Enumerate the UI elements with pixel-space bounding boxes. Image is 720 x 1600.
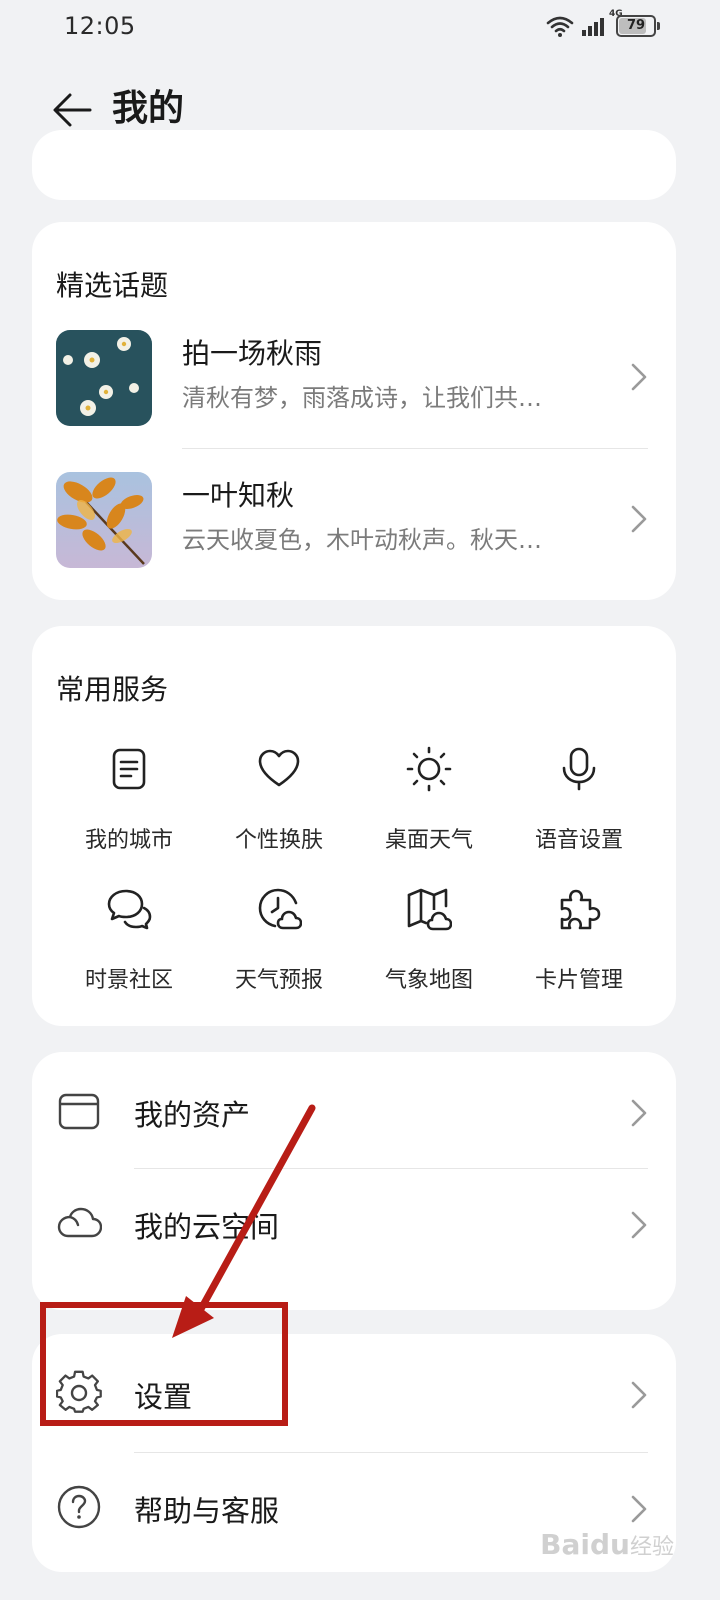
previous-card — [32, 130, 676, 200]
battery-label: 79 — [626, 18, 646, 33]
annotation-highlight-box — [40, 1302, 288, 1426]
chevron-right-icon — [631, 1211, 647, 1239]
assets-card: 我的资产 我的云空间 — [32, 1052, 676, 1310]
cloud-icon — [57, 1207, 102, 1238]
service-label: 桌面天气 — [384, 828, 473, 853]
row-label: 我的云空间 — [134, 1210, 280, 1244]
featured-topics-card: 精选话题 拍一场秋雨 清秋有梦，雨落成诗，让我们共… 一叶知秋 云天收夏色，木叶… — [32, 222, 676, 600]
service-skin[interactable]: 个性换肤 — [204, 746, 354, 866]
row-cloud-space[interactable]: 我的云空间 — [32, 1170, 676, 1280]
service-label: 气象地图 — [384, 968, 473, 993]
page-title: 我的 — [112, 88, 185, 129]
microphone-icon — [562, 747, 596, 791]
clock-cloud-icon — [258, 888, 302, 930]
row-divider — [134, 1452, 648, 1453]
baidu-watermark: Baidu经验 — [540, 1528, 674, 1561]
help-circle-icon — [57, 1485, 101, 1529]
service-label: 我的城市 — [84, 828, 173, 853]
service-label: 个性换肤 — [234, 828, 323, 853]
heart-icon — [258, 749, 300, 787]
document-icon — [112, 748, 146, 790]
service-forecast[interactable]: 天气预报 — [204, 886, 354, 1006]
topic-title: 一叶知秋 — [182, 479, 295, 512]
chat-bubbles-icon — [107, 889, 152, 930]
service-card-manage[interactable]: 卡片管理 — [504, 886, 654, 1006]
status-time: 12:05 — [64, 12, 136, 40]
battery-icon: 79 — [616, 15, 660, 37]
service-label: 卡片管理 — [534, 968, 623, 993]
topic-description: 清秋有梦，雨落成诗，让我们共… — [182, 384, 542, 412]
map-cloud-icon — [407, 888, 452, 931]
watermark-brand: Baidu — [540, 1528, 630, 1561]
service-label: 语音设置 — [534, 828, 623, 853]
service-my-city[interactable]: 我的城市 — [54, 746, 204, 866]
topic-title: 拍一场秋雨 — [182, 337, 323, 370]
status-icons: 4G 79 — [546, 9, 660, 38]
chevron-right-icon — [631, 505, 647, 533]
row-divider — [134, 1168, 648, 1169]
service-desktop-weather[interactable]: 桌面天气 — [354, 746, 504, 866]
chevron-right-icon — [631, 1099, 647, 1127]
watermark-sub: 经验 — [629, 1535, 674, 1560]
service-weather-map[interactable]: 气象地图 — [354, 886, 504, 1006]
chevron-right-icon — [631, 1495, 647, 1523]
service-label: 时景社区 — [84, 968, 173, 993]
archive-box-icon — [58, 1093, 100, 1130]
featured-topics-title: 精选话题 — [56, 269, 169, 302]
chevron-right-icon — [631, 1381, 647, 1409]
topic-thumbnail — [56, 472, 152, 568]
topic-item[interactable]: 一叶知秋 云天收夏色，木叶动秋声。秋天… — [32, 446, 676, 576]
arrow-left-icon[interactable] — [48, 86, 96, 134]
puzzle-icon — [560, 889, 601, 930]
wifi-icon — [546, 16, 574, 37]
row-label: 我的资产 — [134, 1098, 251, 1132]
topic-item[interactable]: 拍一场秋雨 清秋有梦，雨落成诗，让我们共… — [32, 304, 676, 434]
service-voice[interactable]: 语音设置 — [504, 746, 654, 866]
status-bar: 12:05 4G 79 — [0, 0, 720, 56]
service-label: 天气预报 — [234, 968, 323, 993]
chevron-right-icon — [631, 363, 647, 391]
sun-icon — [406, 746, 452, 792]
topic-thumbnail — [56, 330, 152, 426]
signal-icon: 4G — [580, 9, 623, 38]
common-services-card: 常用服务 我的城市 个性换肤 桌面天气 语音设置 时景社区 天气预报 气象地图 … — [32, 626, 676, 1026]
service-community[interactable]: 时景社区 — [54, 886, 204, 1006]
common-services-title: 常用服务 — [56, 673, 169, 706]
row-label: 帮助与客服 — [134, 1494, 280, 1528]
row-my-assets[interactable]: 我的资产 — [32, 1058, 676, 1168]
topic-description: 云天收夏色，木叶动秋声。秋天… — [182, 526, 542, 554]
